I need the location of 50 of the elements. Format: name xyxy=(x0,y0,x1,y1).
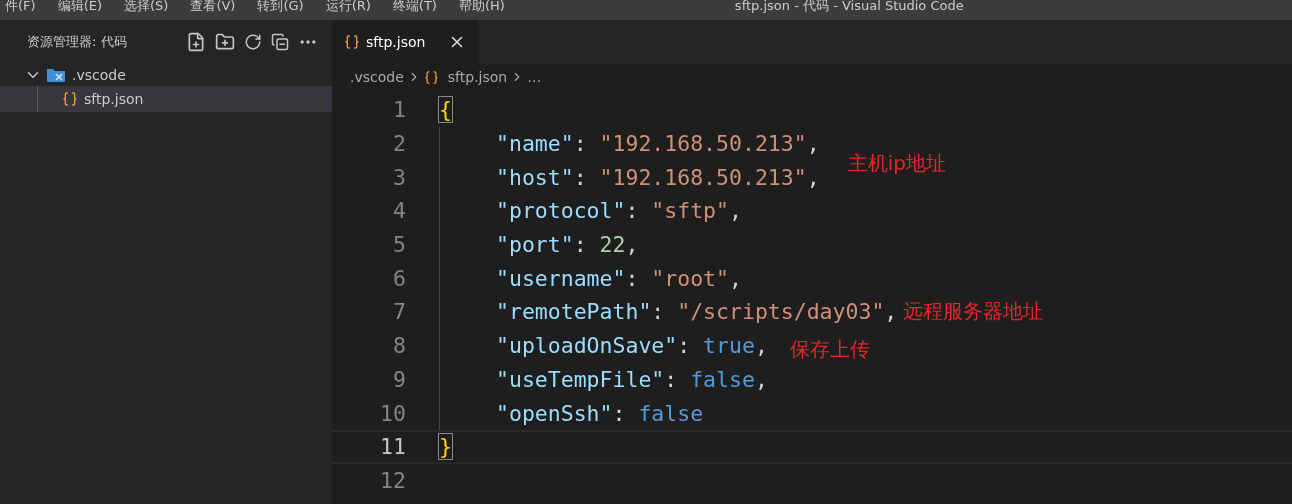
annotation-text: 远程服务器地址 xyxy=(903,298,1044,326)
file-tree-item[interactable]: .vscode xyxy=(0,64,332,86)
code-line: { xyxy=(439,97,452,123)
annotation-text: 保存上传 xyxy=(789,336,870,364)
code-line: "host": "192.168.50.213", xyxy=(496,164,820,190)
line-number: 6 xyxy=(392,265,406,291)
line-number: 1 xyxy=(392,97,406,123)
new-file-icon[interactable] xyxy=(186,32,206,52)
line-number: 2 xyxy=(392,131,406,157)
menu-item[interactable]: 运行(R) xyxy=(325,0,371,12)
line-number: 3 xyxy=(392,164,406,190)
line-number: 7 xyxy=(392,299,406,325)
editor-tab[interactable]: sftp.json xyxy=(332,20,478,64)
folder-icon xyxy=(46,67,66,83)
menu-item[interactable]: 选择(S) xyxy=(124,0,169,12)
line-number: 5 xyxy=(392,232,406,258)
code-line: "protocol": "sftp", xyxy=(496,198,742,224)
line-number: 10 xyxy=(379,400,406,426)
line-number: 12 xyxy=(379,467,406,493)
window-title: sftp.json - 代码 - Visual Studio Code xyxy=(734,0,964,12)
code-line: "uploadOnSave": true, xyxy=(496,333,768,359)
menu-item[interactable]: 帮助(H) xyxy=(458,0,505,12)
line-number: 11 xyxy=(379,434,406,460)
collapse-icon[interactable] xyxy=(271,33,289,51)
line-number: 8 xyxy=(392,333,406,359)
breadcrumb-item[interactable]: .vscode xyxy=(350,69,404,85)
code-line: "port": 22, xyxy=(496,232,639,258)
menu-item[interactable]: 转到(G) xyxy=(257,0,304,12)
code-line: } xyxy=(439,434,452,460)
menu-item[interactable]: 终端(T) xyxy=(392,0,437,12)
braces-icon xyxy=(62,91,78,107)
code-line: "username": "root", xyxy=(496,265,742,291)
file-tree-item[interactable]: sftp.json xyxy=(0,86,332,112)
menu-item[interactable]: 件(F) xyxy=(5,0,36,12)
breadcrumb-item[interactable]: … xyxy=(527,69,542,85)
menu-item[interactable]: 查看(V) xyxy=(190,0,236,12)
menu-item[interactable]: 编辑(E) xyxy=(57,0,102,12)
braces-icon xyxy=(423,69,439,85)
code-line: "name": "192.168.50.213", xyxy=(496,131,820,157)
breadcrumb-item[interactable]: sftp.json xyxy=(447,69,508,85)
line-number: 9 xyxy=(392,366,406,392)
code-line: "remotePath": "/scripts/day03", xyxy=(496,299,898,325)
annotation-text: 主机ip地址 xyxy=(847,150,946,178)
sidebar-title: 资源管理器: 代码 xyxy=(27,33,128,51)
braces-icon xyxy=(344,34,360,50)
line-number: 4 xyxy=(392,198,406,224)
code-line: "useTempFile": false, xyxy=(496,366,768,392)
code-line: "openSsh": false xyxy=(496,400,704,426)
refresh-icon[interactable] xyxy=(244,33,262,51)
new-folder-icon[interactable] xyxy=(215,32,235,52)
